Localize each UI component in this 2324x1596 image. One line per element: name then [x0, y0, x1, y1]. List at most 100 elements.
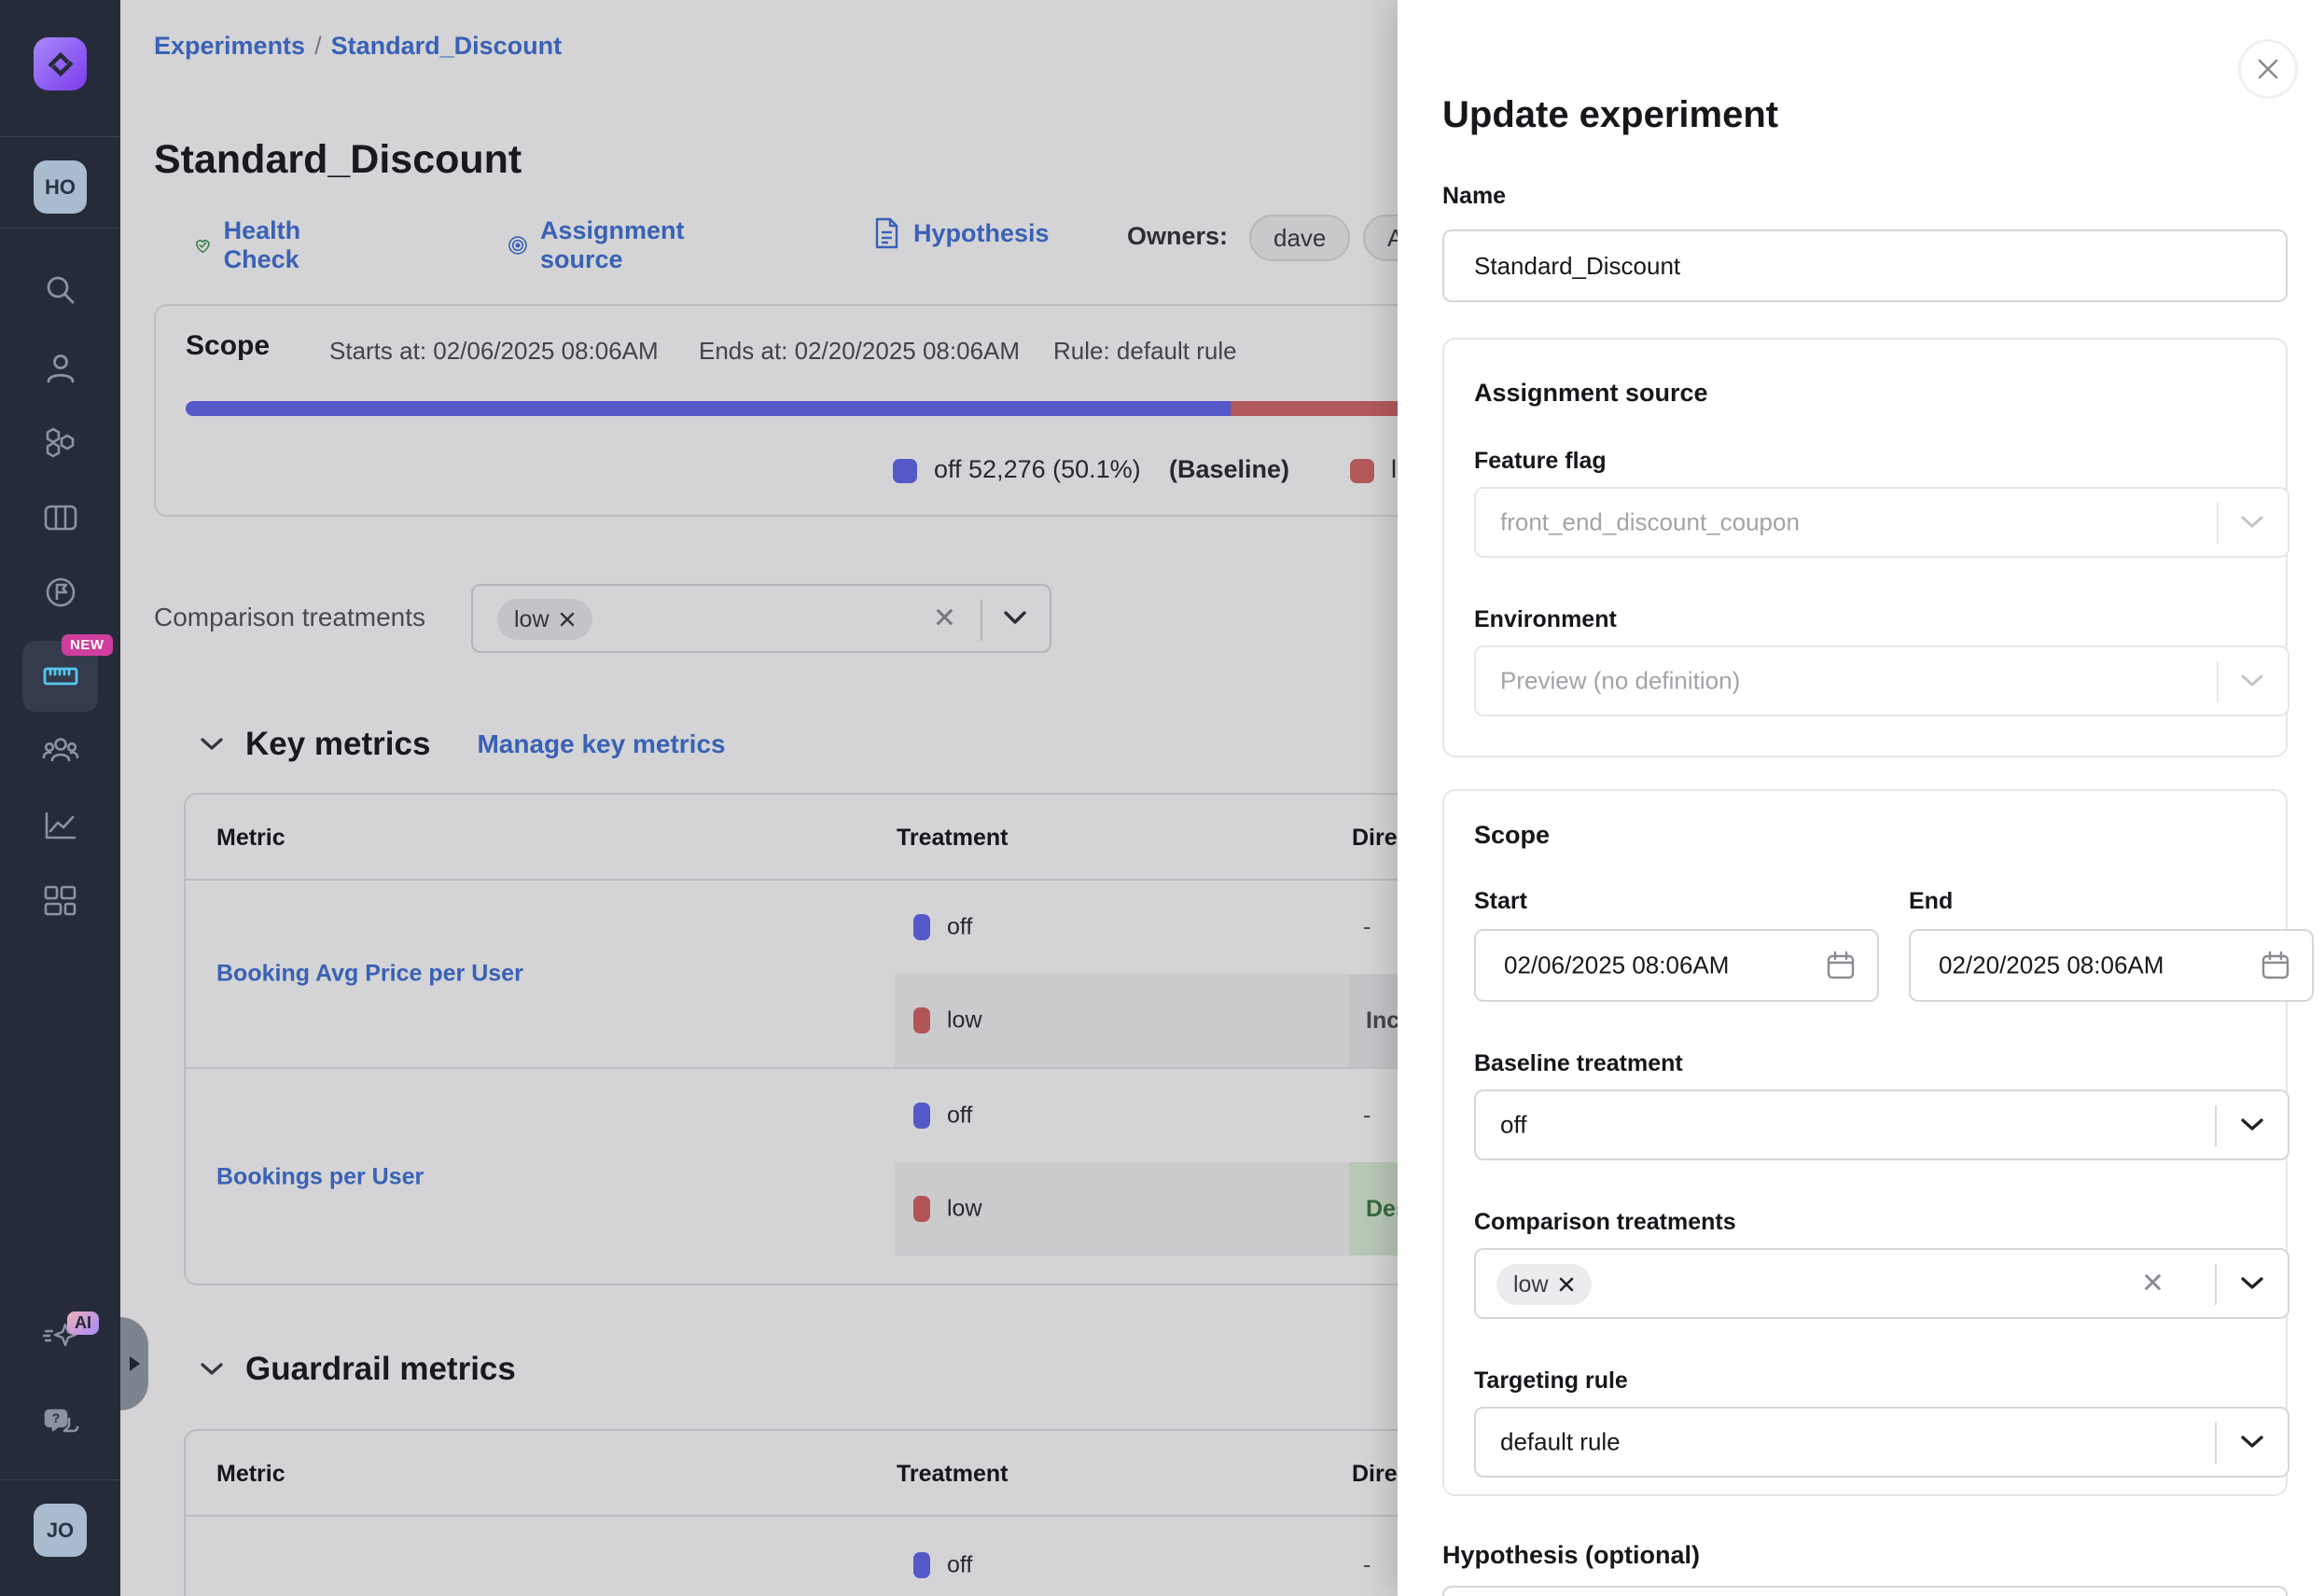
clear-selection-icon[interactable]: ✕	[2141, 1268, 2164, 1300]
owner-badge-dave[interactable]: dave	[1249, 215, 1350, 261]
name-label: Name	[1442, 183, 1506, 210]
guardrail-metrics-header: Guardrail metrics	[199, 1351, 516, 1388]
chevron-down-icon[interactable]	[1001, 609, 1029, 628]
panel-title: Update experiment	[1442, 94, 1778, 136]
manage-key-metrics-link[interactable]: Manage key metrics	[477, 729, 725, 759]
treatment-swatch-off	[913, 1552, 930, 1578]
workspace-avatar[interactable]: HO	[34, 160, 87, 214]
guardrail-metrics-title: Guardrail metrics	[245, 1351, 516, 1388]
person-icon	[42, 350, 79, 387]
sidebar-expand-handle[interactable]	[120, 1317, 148, 1410]
update-experiment-panel: Update experiment Name Assignment source…	[1398, 0, 2324, 1596]
assignment-source-link[interactable]: Assignment source	[507, 216, 696, 274]
divider	[0, 136, 120, 137]
sidebar-item-dashboards[interactable]	[0, 869, 120, 935]
end-date-input[interactable]: 02/20/2025 08:06AM	[1909, 929, 2314, 1002]
app-window: HO NEW AI	[0, 0, 2324, 1596]
hypothesis-label: Hypothesis	[913, 219, 1050, 248]
divider	[2215, 1264, 2217, 1305]
chevron-down-icon	[2239, 1434, 2265, 1450]
sidebar-item-layers[interactable]	[0, 485, 120, 550]
sidebar-item-releases[interactable]	[0, 560, 120, 625]
hypothesis-textarea[interactable]	[1442, 1586, 2288, 1596]
calendar-icon	[1825, 950, 1857, 981]
document-icon	[870, 216, 902, 250]
collapse-chevron-icon[interactable]	[199, 1361, 225, 1378]
chevron-down-icon	[2239, 1275, 2265, 1292]
clear-selection-icon[interactable]: ✕	[933, 603, 956, 635]
page-title: Standard_Discount	[154, 137, 522, 183]
breadcrumb-experiments[interactable]: Experiments	[154, 32, 305, 60]
feature-flag-label: Feature flag	[1474, 448, 1607, 475]
targeting-rule-select[interactable]: default rule	[1474, 1407, 2289, 1478]
sidebar-item-help[interactable]: ?	[0, 1392, 120, 1457]
sidebar-item-search[interactable]	[0, 257, 120, 323]
collapse-chevron-icon[interactable]	[199, 736, 225, 753]
comparison-treatments-select[interactable]: low ✕	[1474, 1248, 2289, 1319]
user-avatar[interactable]: JO	[34, 1504, 87, 1557]
column-metric: Metric	[216, 825, 285, 852]
start-label: Start	[1474, 888, 1527, 915]
feature-flag-select[interactable]: front_end_discount_coupon	[1474, 487, 2289, 558]
comparison-treatments-label: Comparison treatments	[154, 603, 425, 632]
search-icon	[42, 271, 79, 309]
scope-card: Scope Start End 02/06/2025 08:06AM 02/20…	[1442, 789, 2288, 1496]
sidebar-item-ai-assistant[interactable]	[0, 1304, 120, 1369]
treatment-chip-low[interactable]: low	[497, 599, 592, 640]
split-bar-off-segment	[186, 401, 1231, 416]
ai-badge: AI	[67, 1311, 99, 1335]
calendar-icon	[2260, 950, 2291, 981]
ruler-icon	[41, 659, 80, 693]
scope-heading: Scope	[1474, 821, 1550, 850]
treatment-swatch-off	[913, 914, 930, 940]
name-input[interactable]	[1442, 229, 2288, 302]
divider	[2215, 1423, 2217, 1464]
legend-off-swatch	[893, 459, 917, 483]
sidebar-item-users[interactable]	[0, 336, 120, 401]
people-group-icon	[40, 730, 81, 771]
statsig-logo-icon[interactable]	[34, 37, 87, 90]
sidebar-item-audiences[interactable]	[0, 718, 120, 784]
scope-banner-title: Scope	[186, 330, 270, 362]
comparison-treatments-select[interactable]: low ✕	[471, 584, 1051, 653]
treatment-swatch-low	[913, 1196, 930, 1222]
scope-starts-at: Starts at: 02/06/2025 08:06AM	[329, 337, 659, 366]
divider	[0, 1479, 120, 1480]
legend-low-swatch	[1350, 459, 1374, 483]
close-icon	[2256, 57, 2280, 81]
assignment-source-card: Assignment source Feature flag front_end…	[1442, 338, 2288, 757]
dashboard-grid-icon	[40, 881, 81, 923]
end-label: End	[1909, 888, 1953, 915]
sidebar: HO NEW AI	[0, 0, 120, 1596]
sidebar-item-feature-flags[interactable]	[0, 410, 120, 476]
divider	[2217, 661, 2219, 702]
expand-arrow-icon	[127, 1354, 142, 1373]
environment-select[interactable]: Preview (no definition)	[1474, 645, 2289, 716]
health-check-label: Health Check	[224, 216, 315, 274]
treatment-swatch-low	[913, 1007, 930, 1034]
hypothesis-link[interactable]: Hypothesis	[870, 216, 1050, 250]
close-panel-button[interactable]	[2238, 39, 2298, 99]
owners-label: Owners:	[1127, 222, 1228, 251]
chip-remove-icon[interactable]	[559, 611, 576, 628]
columns-icon	[41, 498, 80, 537]
column-metric: Metric	[216, 1461, 285, 1488]
svg-text:?: ?	[51, 1410, 60, 1425]
assignment-source-label: Assignment source	[540, 216, 696, 274]
column-treatment: Treatment	[897, 1461, 1008, 1488]
baseline-treatment-select[interactable]: off	[1474, 1089, 2289, 1160]
breadcrumb-separator: /	[305, 32, 331, 60]
chevron-down-icon	[2239, 514, 2265, 531]
treatment-chip-low[interactable]: low	[1496, 1264, 1592, 1305]
scope-rule: Rule: default rule	[1053, 337, 1237, 366]
targeting-rule-label: Targeting rule	[1474, 1367, 1628, 1395]
health-check-link[interactable]: Health Check	[193, 216, 315, 274]
sidebar-item-metrics[interactable]	[0, 793, 120, 858]
chip-remove-icon[interactable]	[1558, 1276, 1575, 1293]
bullseye-icon	[507, 229, 529, 262]
breadcrumb-current[interactable]: Standard_Discount	[331, 32, 563, 60]
start-date-input[interactable]: 02/06/2025 08:06AM	[1474, 929, 1879, 1002]
treatment-swatch-off	[913, 1103, 930, 1129]
comparison-treatments-label: Comparison treatments	[1474, 1209, 1736, 1236]
heart-check-icon	[193, 229, 213, 262]
